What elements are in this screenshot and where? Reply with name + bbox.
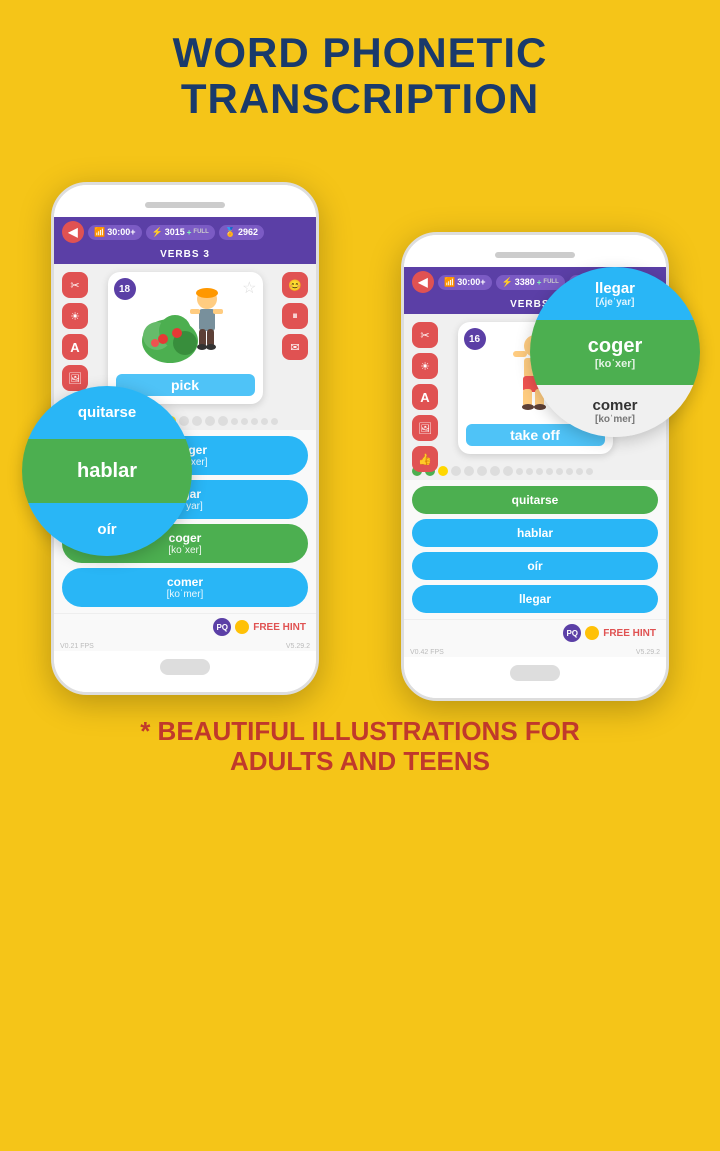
hint-text-right[interactable]: FREE HINT: [603, 628, 656, 639]
scissors-btn-left[interactable]: ✂: [62, 272, 88, 298]
score-badge-left: ⚡ 3015 + FULL: [146, 225, 215, 240]
hint-bar-right: PQ FREE HINT: [404, 619, 666, 648]
wifi-icon: 📶: [94, 227, 105, 238]
side-buttons-left-right: ✂ ☀ A 🖼 👍: [412, 322, 438, 472]
tagline-line2: ADULTS AND TEENS: [20, 747, 700, 777]
word-circle-right: llegar [ʎjeˈyar] coger [koˈxer] comer [k…: [530, 267, 700, 437]
option-4-right[interactable]: llegar: [412, 585, 658, 613]
star-icon-left[interactable]: ☆: [242, 278, 256, 298]
pause-btn-left[interactable]: ⏸: [282, 303, 308, 329]
section-label-left: VERBS 3: [54, 247, 316, 264]
hint-icon-right: PQ: [563, 624, 581, 642]
hint-coin-right: [585, 626, 599, 640]
timer-badge-left: 📶 30:00+: [88, 225, 142, 240]
font-btn-left[interactable]: A: [62, 334, 88, 360]
thumb-btn-right[interactable]: 👍: [412, 446, 438, 472]
score-badge-right: ⚡ 3380 + FULL: [496, 275, 565, 290]
phone-speaker-right: [404, 235, 666, 267]
hint-text-left[interactable]: FREE HINT: [253, 622, 306, 633]
hint-icon-left: PQ: [213, 618, 231, 636]
back-button-left[interactable]: ◀: [62, 221, 84, 243]
scissors-btn-right[interactable]: ✂: [412, 322, 438, 348]
circle-right-phonetic-2: [koˈxer]: [595, 358, 635, 370]
progress-dots-right: [404, 462, 666, 480]
circle-left-word-1: quitarse: [78, 404, 136, 421]
card-number-right: 16: [464, 328, 486, 350]
sun-btn-right[interactable]: ☀: [412, 353, 438, 379]
coins-badge-left: 🏅 2962: [219, 225, 264, 240]
circle-left-word-3: oír: [97, 521, 116, 538]
card-number-left: 18: [114, 278, 136, 300]
medal-icon-left: 🏅: [225, 227, 236, 238]
status-bar-left: ◀ 📶 30:00+ ⚡ 3015 + FULL 🏅 2962: [54, 217, 316, 247]
option-3-right[interactable]: oír: [412, 552, 658, 580]
word-circle-left: quitarse hablar oír: [22, 386, 192, 556]
circle-right-phonetic-1: [ʎjeˈyar]: [596, 297, 635, 308]
options-area-right: quitarse hablar oír llegar: [404, 480, 666, 619]
timer-badge-right: 📶 30:00+: [438, 275, 492, 290]
mail-btn-left[interactable]: ✉: [282, 334, 308, 360]
speaker-bar-left: [145, 202, 225, 208]
phone-home-right: [404, 657, 666, 698]
fps-right: V0.42 FPS V5.29.2: [404, 648, 666, 657]
lightning-icon-right: ⚡: [502, 277, 513, 288]
hint-bar-left: PQ FREE HINT: [54, 613, 316, 642]
font-btn-right[interactable]: A: [412, 384, 438, 410]
circle-right-word-1: llegar: [595, 280, 635, 297]
image-btn-left[interactable]: 🖼: [62, 365, 88, 391]
back-button-right[interactable]: ◀: [412, 271, 434, 293]
main-title: WORD PHONETIC TRANSCRIPTION: [0, 0, 720, 142]
phone-speaker-left: [54, 185, 316, 217]
option-1-right[interactable]: quitarse: [412, 486, 658, 514]
speaker-bar-right: [495, 252, 575, 258]
fps-left: V0.21 FPS V5.29.2: [54, 642, 316, 651]
sun-btn-left[interactable]: ☀: [62, 303, 88, 329]
home-btn-left[interactable]: [160, 659, 210, 675]
card-image-left: [116, 280, 255, 370]
lightning-icon-left: ⚡: [152, 227, 163, 238]
wifi-icon-right: 📶: [444, 277, 455, 288]
hint-coin-left: [235, 620, 249, 634]
bottom-tagline: * BEAUTIFUL ILLUSTRATIONS FOR ADULTS AND…: [0, 701, 720, 797]
circle-right-phonetic-3: [koˈmer]: [595, 414, 635, 425]
home-btn-right[interactable]: [510, 665, 560, 681]
option-2-right[interactable]: hablar: [412, 519, 658, 547]
side-buttons-right-left: 😊 ⏸ ✉: [282, 272, 308, 360]
circle-right-word-3: comer: [592, 397, 637, 414]
main-container: WORD PHONETIC TRANSCRIPTION ◀ 📶 30:00+: [0, 0, 720, 1151]
phone-home-left: [54, 651, 316, 692]
circle-right-word-2: coger: [588, 335, 642, 358]
option-4-left[interactable]: comer [koˈmer]: [62, 568, 308, 607]
face-btn-left[interactable]: 😊: [282, 272, 308, 298]
circle-left-word-2: hablar: [77, 460, 137, 483]
image-btn-right[interactable]: 🖼: [412, 415, 438, 441]
tagline-line1: * BEAUTIFUL ILLUSTRATIONS FOR: [20, 717, 700, 747]
flashcard-left: 18 ☆: [108, 272, 263, 404]
